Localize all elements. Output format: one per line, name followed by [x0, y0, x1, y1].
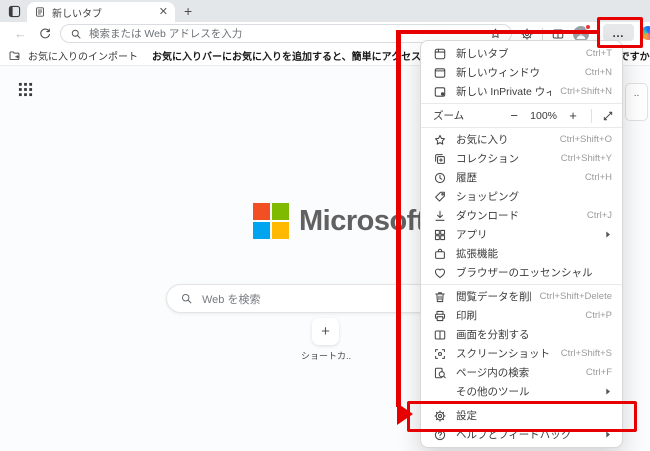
new-window-icon	[433, 66, 447, 80]
history-icon	[433, 171, 447, 185]
tab-new-tab[interactable]: 新しいタブ ✕	[27, 2, 175, 22]
back-icon[interactable]: ←	[14, 26, 27, 41]
web-search-placeholder: Web を検索	[202, 291, 260, 307]
downloads-icon	[433, 209, 447, 223]
import-favorites-icon[interactable]	[8, 49, 21, 62]
menu-item-favorites[interactable]: お気に入り Ctrl+Shift+O	[421, 130, 622, 149]
settings-and-more-menu: 新しいタブ Ctrl+T 新しいウィンドウ Ctrl+N 新しい InPriva…	[420, 40, 623, 448]
menu-separator	[421, 284, 622, 285]
menu-item-downloads[interactable]: ダウンロード Ctrl+J	[421, 206, 622, 225]
menu-item-browser-essentials[interactable]: ブラウザーのエッセンシャル	[421, 263, 622, 282]
refresh-icon[interactable]	[38, 27, 52, 41]
menu-item-delete-browsing-data[interactable]: 閲覧データを削除 Ctrl+Shift+Delete	[421, 287, 622, 306]
menu-item-more-tools[interactable]: その他のツール	[421, 382, 622, 401]
microsoft-logo-text: Microsoft	[299, 205, 425, 238]
menu-item-screenshot[interactable]: スクリーンショット Ctrl+Shift+S	[421, 344, 622, 363]
zoom-out-button[interactable]: −	[506, 108, 522, 123]
split-screen-icon	[433, 328, 447, 342]
tab-close-icon[interactable]: ✕	[159, 7, 168, 18]
zoom-divider	[591, 109, 592, 123]
tab-title: 新しいタブ	[52, 5, 153, 20]
tab-strip: 新しいタブ ✕ +	[0, 0, 650, 22]
extensions-icon	[433, 247, 447, 261]
annotation-arrow-line-horizontal	[399, 30, 598, 34]
page-favicon	[34, 6, 46, 18]
menu-item-history[interactable]: 履歴 Ctrl+H	[421, 168, 622, 187]
collections-icon	[433, 152, 447, 166]
submenu-arrow-icon	[605, 387, 612, 396]
favorites-icon	[433, 133, 447, 147]
inprivate-icon	[433, 85, 447, 99]
menu-separator	[421, 127, 622, 128]
app-launcher-grid-icon[interactable]	[18, 82, 33, 97]
print-icon	[433, 309, 447, 323]
apps-icon	[433, 228, 447, 242]
browser-essentials-icon	[433, 266, 447, 280]
new-tab-button[interactable]: +	[184, 3, 192, 19]
search-icon	[70, 28, 82, 40]
annotation-box-settings-item	[407, 401, 637, 432]
shopping-icon	[433, 190, 447, 204]
menu-item-print[interactable]: 印刷 Ctrl+P	[421, 306, 622, 325]
annotation-arrow-line-vertical	[396, 30, 401, 407]
add-shortcut-button[interactable]: +	[312, 318, 339, 345]
zoom-in-button[interactable]: +	[565, 108, 581, 123]
find-on-page-icon	[433, 366, 447, 380]
screenshot-icon	[433, 347, 447, 361]
menu-item-new-inprivate-window[interactable]: 新しい InPrivate ウィンドウ Ctrl+Shift+N	[421, 82, 622, 101]
menu-item-new-tab[interactable]: 新しいタブ Ctrl+T	[421, 44, 622, 63]
import-favorites-label[interactable]: お気に入りのインポート	[28, 48, 138, 63]
menu-item-new-window[interactable]: 新しいウィンドウ Ctrl+N	[421, 63, 622, 82]
edge-browser-window: 新しいタブ ✕ + ← 検索または Web アドレスを入力 … お気に入りのイン…	[0, 0, 650, 451]
new-tab-icon	[433, 47, 447, 61]
search-icon	[180, 292, 193, 305]
delete-browsing-data-icon	[433, 290, 447, 304]
submenu-arrow-icon	[605, 230, 612, 239]
tab-actions-menu-icon[interactable]	[7, 4, 22, 19]
zoom-level-value: 100%	[530, 110, 557, 122]
microsoft-logo-icon	[253, 203, 289, 239]
fullscreen-icon[interactable]	[602, 110, 614, 122]
menu-item-shopping[interactable]: ショッピング	[421, 187, 622, 206]
partially-hidden-button[interactable]: ..	[625, 83, 648, 121]
menu-separator	[421, 103, 622, 104]
menu-item-find-on-page[interactable]: ページ内の検索 Ctrl+F	[421, 363, 622, 382]
menu-item-split-screen[interactable]: 画面を分割する	[421, 325, 622, 344]
add-shortcut-label: ショートカ..	[291, 349, 361, 362]
annotation-box-settings-and-more	[597, 17, 643, 48]
menu-item-apps[interactable]: アプリ	[421, 225, 622, 244]
menu-item-collections[interactable]: コレクション Ctrl+Shift+Y	[421, 149, 622, 168]
menu-item-zoom: ズーム − 100% +	[421, 106, 622, 125]
menu-item-extensions[interactable]: 拡張機能	[421, 244, 622, 263]
